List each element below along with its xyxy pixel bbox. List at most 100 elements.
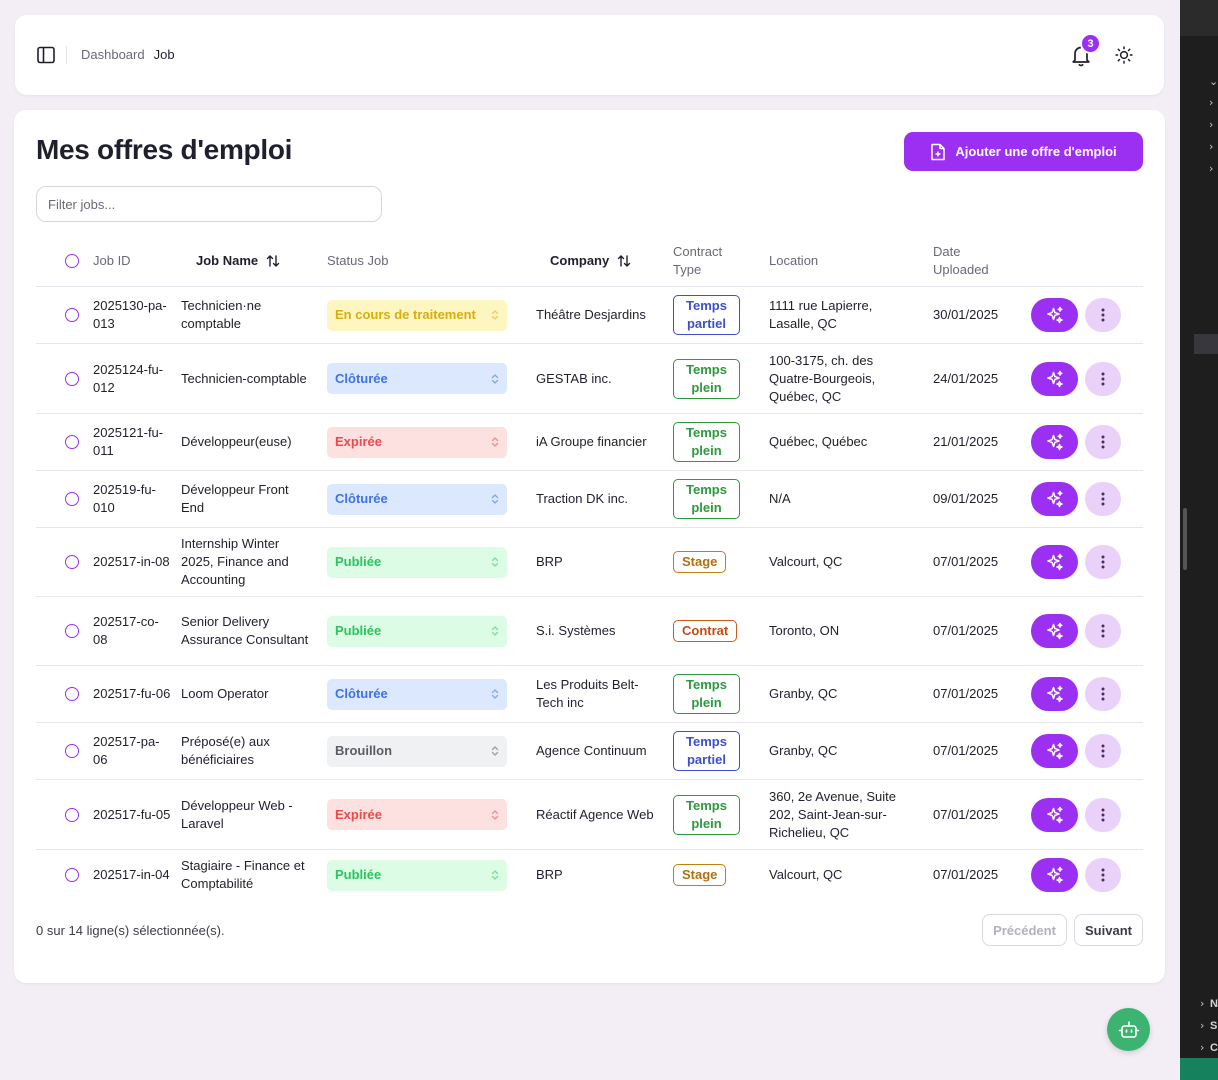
editor-section-label[interactable]: S [1210,1020,1217,1032]
more-options-button[interactable] [1085,361,1121,396]
location: Québec, Québec [769,434,868,449]
previous-page-button[interactable]: Précédent [982,914,1067,946]
row-select-checkbox[interactable] [65,687,79,701]
file-plus-icon [931,143,946,160]
more-options-button[interactable] [1085,482,1121,516]
status-label: Clôturée [335,686,388,701]
jobs-table: Job ID Job Name Status Job Company Contr… [36,234,1143,900]
company: BRP [536,867,563,882]
row-select-checkbox[interactable] [65,308,79,322]
more-options-button[interactable] [1085,797,1121,832]
status-label: Expirée [335,434,382,449]
sparkles-icon [1046,866,1063,884]
ai-action-button[interactable] [1031,298,1078,332]
more-options-button[interactable] [1085,425,1121,459]
filter-jobs-input[interactable] [36,186,382,222]
row-select-checkbox[interactable] [65,492,79,506]
job-name: Développeur(euse) [181,434,292,449]
status-select[interactable]: Clôturée [327,678,507,710]
job-name: Technicien·ne comptable [181,298,262,331]
header-contract-type: Contract Type [673,243,723,277]
status-select[interactable]: Clôturée [327,483,507,515]
table-header: Job ID Job Name Status Job Company Contr… [36,234,1143,287]
ai-action-button[interactable] [1031,482,1078,516]
ai-action-button[interactable] [1031,361,1078,396]
location: 100-3175, ch. des Quatre-Bourgeois, Québ… [769,352,876,404]
ai-action-button[interactable] [1031,545,1078,579]
status-select[interactable]: Expirée [327,426,507,458]
header-separator [66,46,67,64]
location: Granby, QC [769,743,838,758]
more-options-button[interactable] [1085,545,1121,579]
job-id: 2025130-pa-013 [93,298,167,331]
sparkles-icon [1046,622,1063,640]
chevron-down-icon[interactable]: ⌄ [1209,75,1218,88]
date-uploaded: 30/01/2025 [933,307,999,322]
chevron-right-icon[interactable]: › [1209,118,1213,131]
location: 1111 rue Lapierre, Lasalle, QC [769,298,873,331]
editor-section-label[interactable]: C [1210,1042,1218,1054]
more-options-button[interactable] [1085,298,1121,332]
status-select[interactable]: Publiée [327,859,507,891]
status-select[interactable]: En cours de traitement [327,299,507,331]
status-select[interactable]: Brouillon [327,735,507,767]
editor-scrollbar[interactable] [1183,508,1187,570]
next-page-button[interactable]: Suivant [1074,914,1143,946]
chevron-right-icon[interactable]: › [1209,140,1213,153]
breadcrumb-dashboard[interactable]: Dashboard [81,47,145,62]
ai-action-button[interactable] [1031,858,1078,892]
chevron-up-down-icon [491,557,499,567]
row-select-checkbox[interactable] [65,624,79,638]
ai-action-button[interactable] [1031,614,1078,648]
job-id: 202517-fu-05 [93,806,171,822]
date-uploaded: 07/01/2025 [933,867,999,882]
chevron-right-icon[interactable]: › [1200,1041,1204,1054]
location: Valcourt, QC [769,867,843,882]
company: Réactif Agence Web [536,806,654,822]
status-cell: Publiée [327,597,507,665]
chevron-right-icon[interactable]: › [1200,1019,1204,1032]
row-select-checkbox[interactable] [65,555,79,569]
chevron-up-down-icon [491,310,499,320]
status-select[interactable]: Expirée [327,799,507,830]
add-job-button[interactable]: Ajouter une offre d'emploi [904,132,1143,171]
more-options-button[interactable] [1085,677,1121,711]
status-select[interactable]: Publiée [327,546,507,578]
ai-action-button[interactable] [1031,797,1078,832]
more-options-button[interactable] [1085,614,1121,648]
header-job-name[interactable]: Job Name [196,234,280,287]
location: Toronto, ON [769,623,840,638]
chevron-right-icon[interactable]: › [1209,96,1213,109]
row-select-checkbox[interactable] [65,435,79,449]
company: BRP [536,554,563,569]
editor-section-label[interactable]: N [1210,998,1218,1010]
more-options-button[interactable] [1085,734,1121,768]
status-select[interactable]: Publiée [327,615,507,647]
job-id: 202517-co-08 [93,614,159,647]
row-select-checkbox[interactable] [65,371,79,386]
ai-action-button[interactable] [1031,734,1078,768]
job-name: Internship Winter 2025, Finance and Acco… [181,536,289,587]
status-select[interactable]: Clôturée [327,363,507,394]
chevron-right-icon[interactable]: › [1200,997,1204,1010]
more-options-button[interactable] [1085,858,1121,892]
select-all-checkbox[interactable] [65,253,79,268]
job-name: Préposé(e) aux bénéficiaires [181,734,270,767]
sun-icon[interactable] [1114,45,1134,65]
date-uploaded: 07/01/2025 [933,686,999,701]
date-uploaded: 21/01/2025 [933,434,999,449]
ai-action-button[interactable] [1031,425,1078,459]
sparkles-icon [1046,490,1063,508]
editor-topbar [1180,0,1218,36]
chevron-right-icon[interactable]: › [1209,162,1213,175]
sparkles-icon [1046,806,1063,823]
row-select-checkbox[interactable] [65,868,79,882]
row-select-checkbox[interactable] [65,744,79,758]
header-job-id: Job ID [93,252,131,268]
sidebar-toggle-icon[interactable] [36,45,56,65]
header-location: Location [769,252,819,268]
chatbot-button[interactable] [1107,1008,1150,1051]
row-select-checkbox[interactable] [65,807,79,822]
ai-action-button[interactable] [1031,677,1078,711]
header-company[interactable]: Company [550,234,631,287]
